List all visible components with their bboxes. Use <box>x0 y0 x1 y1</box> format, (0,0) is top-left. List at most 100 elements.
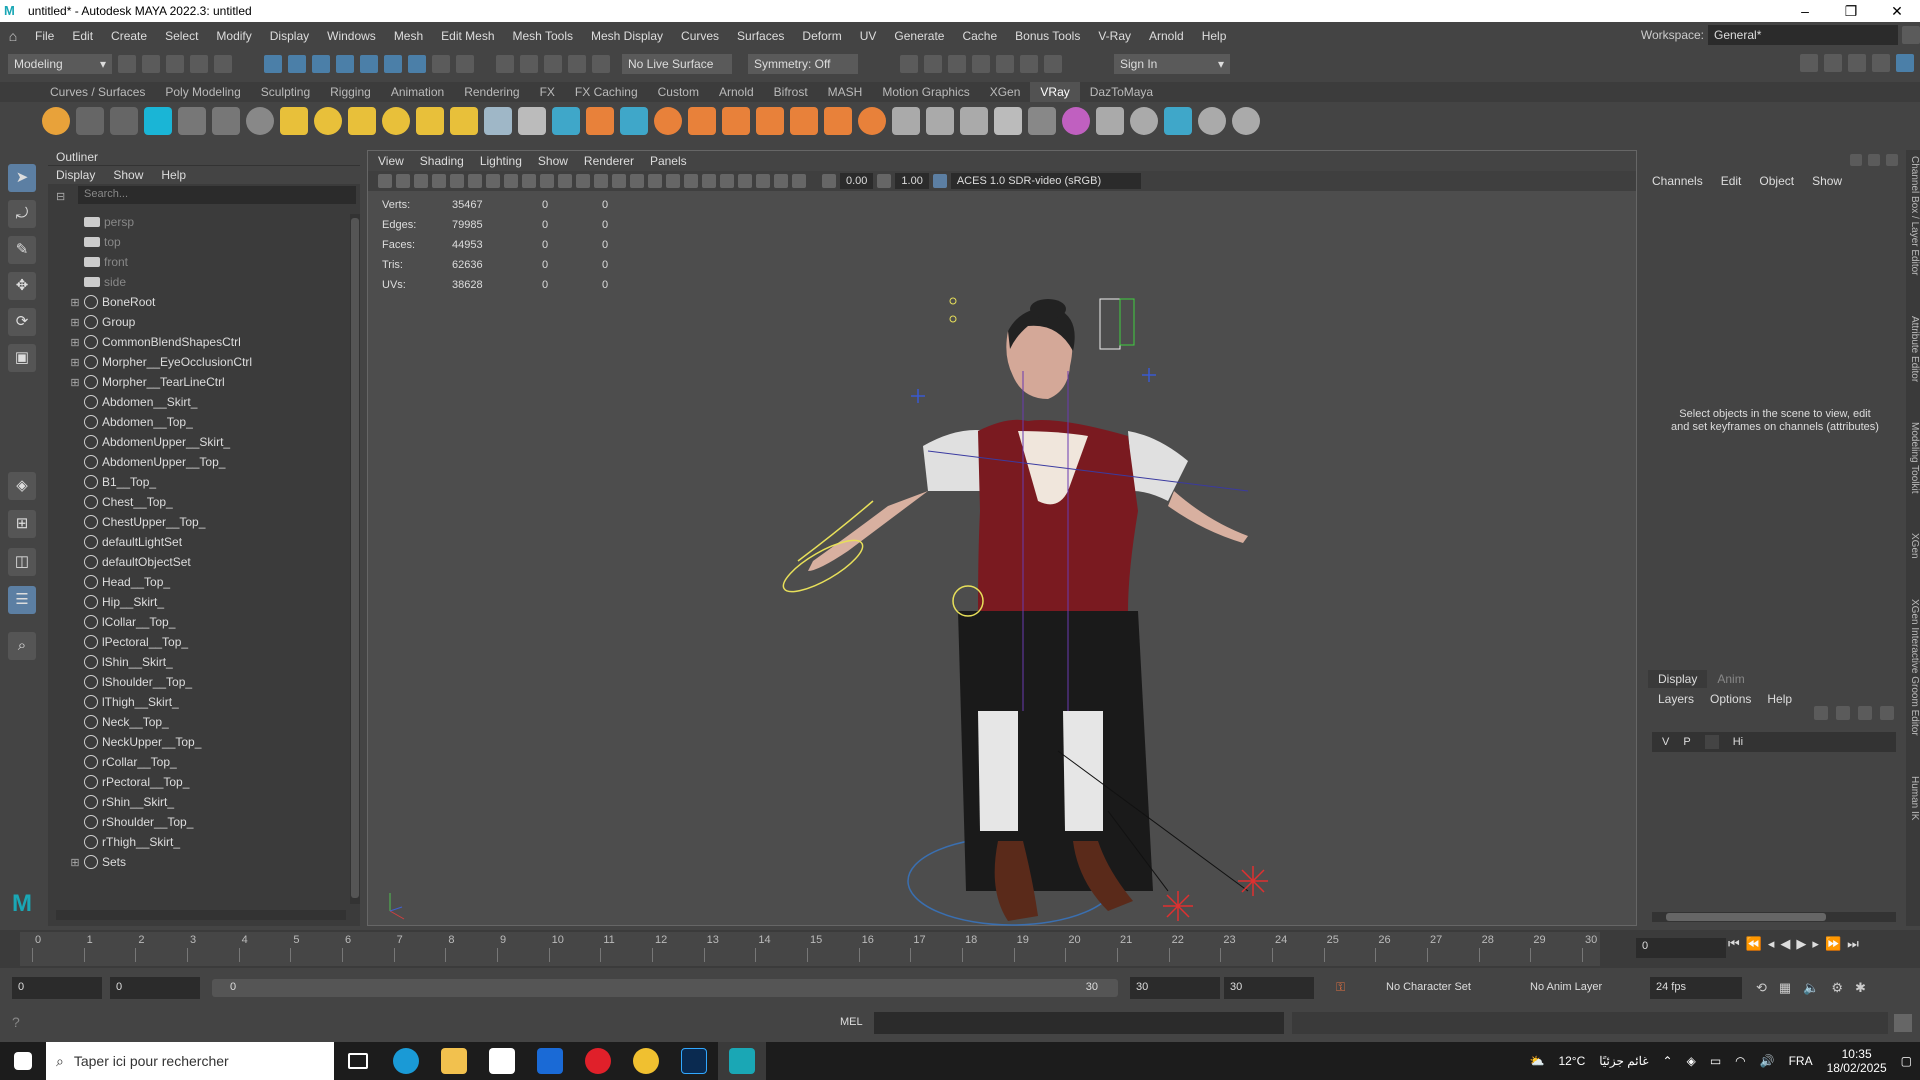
render-current-icon[interactable] <box>924 55 942 73</box>
redo-icon[interactable] <box>214 55 232 73</box>
vray-plane-icon[interactable] <box>314 107 342 135</box>
character-model[interactable] <box>368 191 1636 927</box>
expand-icon[interactable]: ⊞ <box>68 376 82 389</box>
taskbar-search[interactable]: ⌕ Taper ici pour rechercher <box>46 1042 334 1080</box>
channel-box-icon[interactable] <box>1896 54 1914 72</box>
outliner-item[interactable]: Head__Top_ <box>48 572 348 592</box>
side-by-side-icon[interactable]: ◫ <box>8 548 36 576</box>
modeling-toolkit-icon[interactable] <box>1800 54 1818 72</box>
volume-icon[interactable]: 🔊 <box>1760 1054 1775 1068</box>
lights-icon[interactable] <box>630 174 644 188</box>
vray-volume-icon[interactable] <box>722 107 750 135</box>
open-scene-icon[interactable] <box>142 55 160 73</box>
render-view-icon[interactable] <box>900 55 918 73</box>
layer-tab-display[interactable]: Display <box>1648 670 1708 688</box>
render-globals-icon[interactable] <box>972 55 990 73</box>
maya-taskbar-icon[interactable] <box>718 1042 766 1080</box>
tray-chevron-icon[interactable]: ⌃ <box>1663 1054 1673 1068</box>
playback-start-field[interactable]: 0 <box>110 977 200 999</box>
shelf-tab-rendering[interactable]: Rendering <box>454 82 529 102</box>
vray-material-icon[interactable] <box>654 107 682 135</box>
vray-fur2-icon[interactable] <box>688 107 716 135</box>
outliner-item[interactable]: Abdomen__Skirt_ <box>48 392 348 412</box>
outliner-item[interactable]: Chest__Top_ <box>48 492 348 512</box>
layer-menu-options[interactable]: Options <box>1710 692 1751 706</box>
viewport-panel[interactable]: View Shading Lighting Show Renderer Panels 0.… <box>367 150 1637 926</box>
audio-icon[interactable]: 🔈 <box>1803 980 1819 996</box>
outliner-item[interactable]: Hip__Skirt_ <box>48 592 348 612</box>
smooth-shade-icon[interactable] <box>576 174 590 188</box>
battery-icon[interactable]: ▭ <box>1710 1054 1721 1068</box>
scene-start-field[interactable]: 0 <box>12 977 102 999</box>
color-management-icon[interactable] <box>932 174 947 188</box>
wireframe-on-shaded-icon[interactable] <box>594 174 608 188</box>
side-tab-xgen[interactable]: XGen <box>1906 533 1920 559</box>
side-tab-attribute-editor[interactable]: Attribute Editor <box>1906 316 1920 382</box>
safe-action-icon[interactable] <box>540 174 554 188</box>
shelf-tab-custom[interactable]: Custom <box>648 82 709 102</box>
film-gate-icon[interactable] <box>468 174 482 188</box>
menu-item-create[interactable]: Create <box>102 29 156 43</box>
backface-icon[interactable] <box>792 174 806 188</box>
vray-ipr-icon[interactable] <box>1020 55 1038 73</box>
vray-scene-icon[interactable] <box>620 107 648 135</box>
shelf-tab-curves-surfaces[interactable]: Curves / Surfaces <box>40 82 155 102</box>
notification-icon[interactable]: ▢ <box>1901 1054 1912 1068</box>
menu-item-cache[interactable]: Cache <box>953 29 1006 43</box>
task-view-icon[interactable] <box>334 1042 382 1080</box>
outliner-item[interactable]: lShoulder__Top_ <box>48 672 348 692</box>
move-layer-down-icon[interactable] <box>1836 706 1850 720</box>
channel-menu-edit[interactable]: Edit <box>1721 174 1742 188</box>
camera-icon[interactable] <box>378 174 392 188</box>
tool-settings-icon[interactable] <box>1872 54 1890 72</box>
rotate-tool-icon[interactable]: ⟳ <box>8 308 36 336</box>
outliner-menu-help[interactable]: Help <box>161 168 186 182</box>
shelf-tab-arnold[interactable]: Arnold <box>709 82 764 102</box>
weather-text[interactable]: غائم جزئيًا <box>1599 1054 1648 1068</box>
outliner-item[interactable]: lThigh__Skirt_ <box>48 692 348 712</box>
outliner-item[interactable]: side <box>48 272 348 292</box>
outliner-item[interactable]: lCollar__Top_ <box>48 612 348 632</box>
cache-icon[interactable]: ▦ <box>1779 980 1791 996</box>
help-line-icon[interactable]: ? <box>12 1014 20 1030</box>
play-forward-icon[interactable]: ▶ <box>1796 936 1806 952</box>
lock-icon[interactable] <box>432 55 450 73</box>
menu-item-mesh[interactable]: Mesh <box>385 29 432 43</box>
vray-vision-icon[interactable] <box>1198 107 1226 135</box>
four-view-icon[interactable]: ⊞ <box>8 510 36 538</box>
outliner-item[interactable]: ⊞ Sets <box>48 852 348 872</box>
menu-item-modify[interactable]: Modify <box>207 29 260 43</box>
vray-cloud-icon[interactable] <box>1164 107 1192 135</box>
vray-fur-icon[interactable] <box>586 107 614 135</box>
bookmark-icon[interactable] <box>414 174 428 188</box>
expand-icon[interactable] <box>1886 154 1898 166</box>
expand-icon[interactable]: ⊞ <box>68 856 82 869</box>
resolution-gate-icon[interactable] <box>486 174 500 188</box>
shelf-tab-motion-graphics[interactable]: Motion Graphics <box>872 82 979 102</box>
new-layer-icon[interactable] <box>1858 706 1872 720</box>
outliner-menu-show[interactable]: Show <box>113 168 143 182</box>
ipr-icon[interactable] <box>544 55 562 73</box>
menu-item-file[interactable]: File <box>26 29 63 43</box>
shelf-tab-vray[interactable]: VRay <box>1030 82 1080 102</box>
wireframe-icon[interactable] <box>558 174 572 188</box>
attribute-editor-icon[interactable] <box>1848 54 1866 72</box>
grid-icon[interactable] <box>450 174 464 188</box>
time-slider[interactable]: 0 1 2 3 4 5 6 7 8 9 10 11 12 13 14 15 16 17 18 19 20 21 22 23 24… <box>0 930 1920 968</box>
windows-start-icon[interactable] <box>0 1042 46 1080</box>
outliner-scrollbar[interactable] <box>350 214 360 904</box>
viewport-menu-shading[interactable]: Shading <box>420 154 464 168</box>
xray-joints-icon[interactable] <box>774 174 788 188</box>
layer-row[interactable]: V P Hi <box>1652 732 1896 752</box>
move-layer-up-icon[interactable] <box>1814 706 1828 720</box>
hypershade-icon[interactable] <box>592 55 610 73</box>
outliner-item[interactable]: rPectoral__Top_ <box>48 772 348 792</box>
channel-menu-show[interactable]: Show <box>1812 174 1842 188</box>
layer-tab-anim[interactable]: Anim <box>1707 670 1754 688</box>
isolate-icon[interactable] <box>738 174 752 188</box>
pause-icon[interactable] <box>1044 55 1062 73</box>
layer-playback[interactable]: P <box>1683 736 1690 748</box>
outliner-item[interactable]: rThigh__Skirt_ <box>48 832 348 852</box>
anim-prefs-icon[interactable]: ⚙ <box>1831 980 1843 996</box>
menu-item-uv[interactable]: UV <box>851 29 886 43</box>
